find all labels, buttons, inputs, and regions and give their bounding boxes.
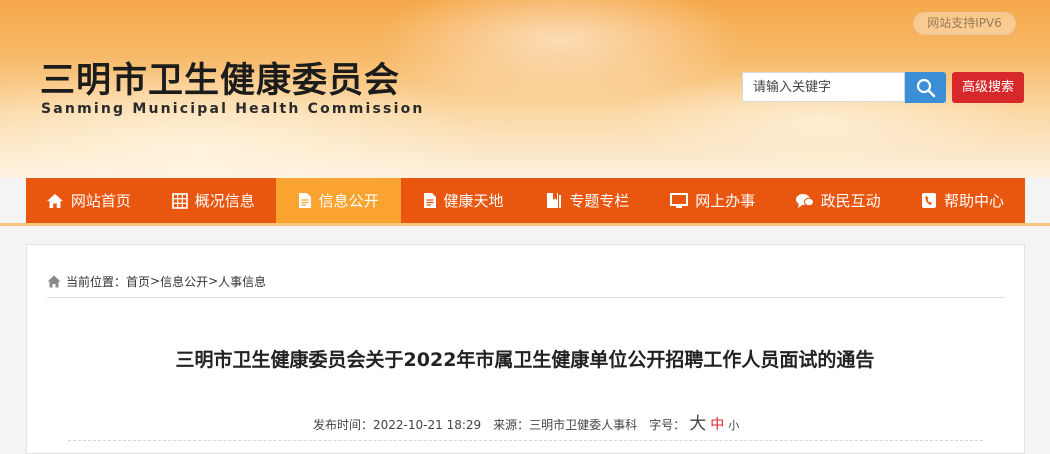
font-size-large[interactable]: 大: [689, 409, 706, 434]
nav-item-label: 概况信息: [194, 192, 255, 210]
nav-item-home[interactable]: 网站首页: [26, 178, 151, 223]
breadcrumb-prefix: 当前位置：: [66, 274, 127, 289]
nav-item-label: 专题专栏: [569, 192, 630, 210]
font-size-label: 字号：: [649, 418, 686, 432]
site-subtitle: Sanming Municipal Health Commission: [41, 101, 425, 117]
font-size-small[interactable]: 小: [728, 417, 739, 433]
nav-item-label: 信息公开: [318, 192, 379, 210]
site-title[interactable]: 三明市卫生健康委员会: [40, 52, 400, 103]
document-icon: [423, 192, 437, 209]
nav-item-online-services[interactable]: 网上办事: [650, 178, 775, 223]
source-value: 三明市卫健委人事科: [529, 418, 638, 432]
nav-item-label: 网站首页: [70, 192, 131, 210]
breadcrumb: 当前位置： 首页 > 信息公开 > 人事信息: [47, 272, 266, 290]
nav-divider: [0, 223, 1050, 226]
breadcrumb-info-disclosure[interactable]: 信息公开: [160, 273, 208, 290]
nav-item-health[interactable]: 健康天地: [401, 178, 526, 223]
phone-icon: [921, 192, 937, 209]
search-button[interactable]: [905, 72, 946, 103]
advanced-search-button[interactable]: 高级搜索: [952, 72, 1024, 103]
publish-time-label: 发布时间：: [313, 418, 374, 432]
document-icon: [298, 192, 312, 209]
monitor-icon: [670, 192, 689, 209]
article-title: 三明市卫生健康委员会关于2022年市属卫生健康单位公开招聘工作人员面试的通告: [175, 349, 875, 371]
nav-item-info-disclosure[interactable]: 信息公开: [275, 178, 401, 223]
nav-item-label: 政民互动: [820, 192, 881, 210]
nav-item-overview[interactable]: 概况信息: [151, 178, 276, 223]
nav-item-interaction[interactable]: 政民互动: [775, 178, 900, 223]
nav-item-label: 网上办事: [695, 192, 756, 210]
font-size-medium[interactable]: 中: [710, 414, 724, 434]
home-icon: [47, 275, 61, 288]
breadcrumb-divider: [47, 297, 1005, 298]
breadcrumb-separator: >: [208, 274, 219, 288]
source-label: 来源：: [493, 418, 530, 432]
breadcrumb-home[interactable]: 首页: [126, 273, 150, 290]
nav-item-help[interactable]: 帮助中心: [900, 178, 1025, 223]
chat-icon: [795, 193, 814, 209]
main-nav: 网站首页 概况信息 信息公开 健康天地 专题专栏 网上办事 政民互动 帮助中心: [26, 178, 1025, 223]
header-banner: 三明市卫生健康委员会 Sanming Municipal Health Comm…: [0, 0, 1050, 178]
bookmark-icon: [546, 192, 562, 209]
ipv6-badge: 网站支持IPV6: [913, 12, 1016, 35]
breadcrumb-separator: >: [150, 274, 161, 288]
search-box: [742, 72, 905, 102]
publish-time: 2022-10-21 18:29: [373, 418, 482, 432]
home-icon: [46, 193, 64, 209]
grid-icon: [171, 192, 188, 209]
meta-divider: [68, 440, 983, 441]
breadcrumb-personnel-info[interactable]: 人事信息: [218, 273, 266, 290]
nav-item-special-topics[interactable]: 专题专栏: [526, 178, 651, 223]
article-meta: 发布时间： 2022-10-21 18:29 来源： 三明市卫健委人事科 字号：…: [313, 409, 739, 434]
search-input[interactable]: [743, 73, 903, 101]
nav-item-label: 健康天地: [443, 192, 504, 210]
search-icon: [916, 78, 935, 97]
nav-item-label: 帮助中心: [944, 192, 1005, 210]
